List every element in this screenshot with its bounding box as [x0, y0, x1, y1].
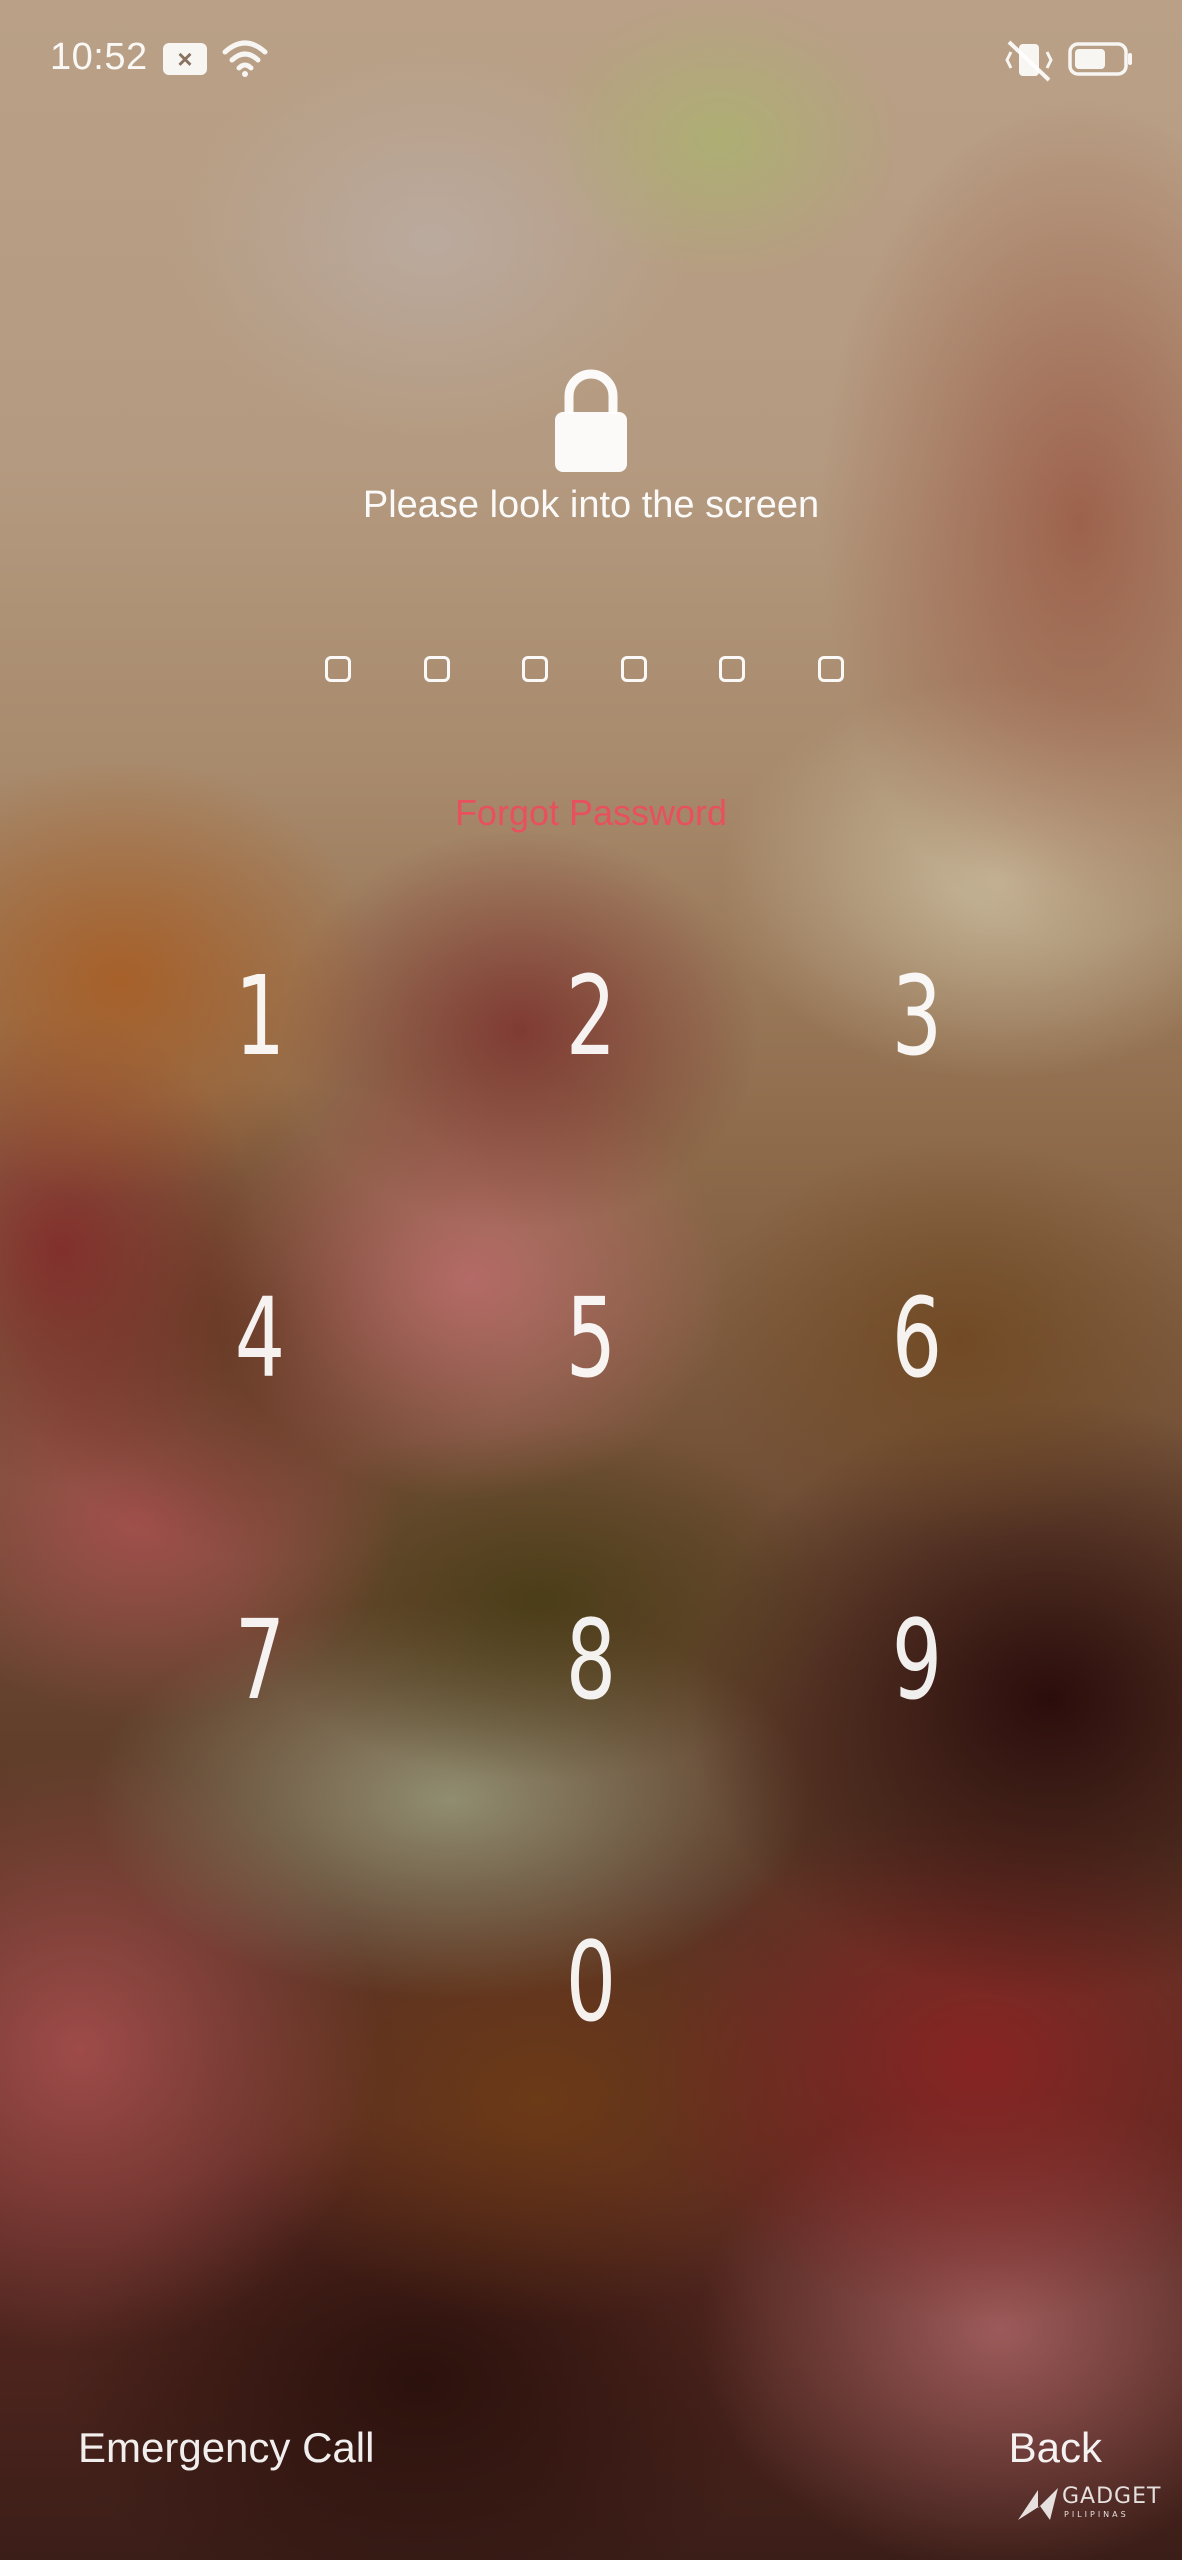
keypad-key-0[interactable]: 0	[505, 1872, 678, 2092]
forgot-password-link[interactable]: Forgot Password	[0, 792, 1182, 834]
keypad-key-7[interactable]: 7	[174, 1550, 347, 1770]
keypad-key-6[interactable]: 6	[831, 1228, 1004, 1448]
pin-slot	[818, 656, 844, 682]
keypad-key-3[interactable]: 3	[831, 906, 1004, 1126]
notification-icon: ×	[163, 43, 207, 75]
lock-icon	[555, 369, 627, 472]
keypad-key-5[interactable]: 5	[505, 1228, 678, 1448]
pin-slot	[522, 656, 548, 682]
status-bar: 10:52 ×	[0, 0, 1182, 120]
face-unlock-prompt: Please look into the screen	[362, 484, 820, 526]
watermark-text: GADGET	[1062, 2484, 1162, 2509]
pin-slot	[621, 656, 647, 682]
keypad-key-2[interactable]: 2	[505, 906, 678, 1126]
lock-screen: 10:52 × Please look into the screen Forg…	[0, 0, 1182, 2560]
status-time: 10:52	[50, 36, 148, 78]
pin-slot	[424, 656, 450, 682]
back-button[interactable]: Back	[1009, 2424, 1102, 2472]
vibrate-off-icon	[1005, 40, 1053, 82]
pin-indicator	[325, 656, 856, 692]
keypad-key-4[interactable]: 4	[174, 1228, 347, 1448]
battery-icon	[1068, 42, 1132, 76]
keypad-key-8[interactable]: 8	[505, 1550, 678, 1770]
keypad-key-9[interactable]: 9	[831, 1550, 1004, 1770]
watermark-logo: GADGET PILIPINAS	[1016, 2480, 1166, 2530]
wifi-icon	[222, 40, 268, 77]
keypad-key-1[interactable]: 1	[174, 906, 347, 1126]
pin-slot	[719, 656, 745, 682]
watermark-mark-icon	[1018, 2488, 1058, 2520]
emergency-call-button[interactable]: Emergency Call	[78, 2424, 374, 2472]
watermark-subtext: PILIPINAS	[1064, 2510, 1129, 2519]
pin-slot	[325, 656, 351, 682]
